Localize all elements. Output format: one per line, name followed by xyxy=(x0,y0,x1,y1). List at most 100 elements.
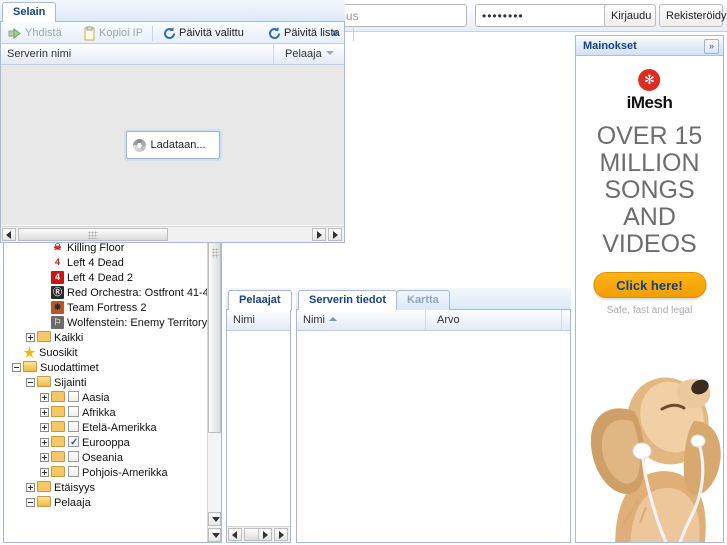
tree-checkbox[interactable] xyxy=(68,391,79,402)
tab-serverin-tiedot[interactable]: Serverin tiedot xyxy=(298,290,398,310)
column-header-detail-name[interactable]: Nimi xyxy=(297,310,343,330)
tree-item-label: Kaikki xyxy=(54,332,84,344)
hscroll-right-arrow-secondary[interactable] xyxy=(328,228,342,241)
tree-checkbox[interactable] xyxy=(68,466,79,477)
players-horizontal-scrollbar[interactable] xyxy=(227,526,290,542)
ad-image xyxy=(576,325,723,542)
game-tf2-icon: ✸ xyxy=(51,301,64,314)
tab-selain[interactable]: Selain xyxy=(2,2,57,22)
hscroll-thumb[interactable] xyxy=(18,228,168,241)
hscroll-right-arrow[interactable] xyxy=(312,228,326,241)
spinner-icon xyxy=(132,139,146,152)
tree-item-label: Team Fortress 2 xyxy=(67,302,147,314)
register-button[interactable]: Rekisteröidy xyxy=(659,4,727,27)
refresh-selected-label: Päivitä valittu xyxy=(179,27,244,39)
tree-checkbox[interactable] xyxy=(68,421,79,432)
players-panel: Pelaajat Nimi xyxy=(226,288,292,543)
imesh-brand: iMesh xyxy=(627,69,673,113)
column-divider[interactable] xyxy=(273,44,274,64)
ad-content[interactable]: iMesh OVER 15MILLIONSONGSANDVIDEOS Click… xyxy=(576,57,723,542)
refresh-selected-button[interactable]: Päivitä valittu xyxy=(161,25,244,42)
tree-item[interactable]: Aasia xyxy=(4,391,207,406)
ad-headline-line: OVER 15 xyxy=(596,122,703,150)
expand-icon[interactable] xyxy=(40,453,49,462)
expand-icon[interactable] xyxy=(40,408,49,417)
tree-item[interactable]: ✸ Team Fortress 2 xyxy=(4,301,207,316)
tree-checkbox[interactable] xyxy=(68,406,79,417)
browser-horizontal-scrollbar[interactable] xyxy=(1,226,344,242)
folder-open-icon xyxy=(23,361,37,372)
tree-item[interactable]: Etäisyys xyxy=(4,481,207,496)
expand-icon[interactable] xyxy=(40,423,49,432)
refresh-list-button[interactable]: Päivitä lista xyxy=(266,25,340,42)
tree-item-label: Pelaaja xyxy=(54,497,91,509)
folder-icon xyxy=(51,406,65,417)
expand-icon[interactable] xyxy=(40,438,49,447)
expand-icon[interactable] xyxy=(26,333,35,342)
expand-icon[interactable] xyxy=(40,468,49,477)
collapse-icon[interactable] xyxy=(26,498,35,507)
tree-item[interactable]: ⚐ Wolfenstein: Enemy Territory xyxy=(4,316,207,331)
tree-item[interactable]: Suodattimet xyxy=(4,361,207,376)
folder-icon xyxy=(51,436,65,447)
column-header-detail-value[interactable]: Arvo xyxy=(431,310,466,330)
players-grid-header: Nimi xyxy=(227,310,290,331)
tab-kartta[interactable]: Kartta xyxy=(396,290,450,310)
advertisement-panel: Mainokset » iMesh OVER 15MILLIONSONGSAND… xyxy=(575,35,724,543)
tree-checkbox[interactable] xyxy=(68,435,79,450)
folder-open-icon xyxy=(37,376,51,387)
details-tabstrip: Serverin tiedot Kartta xyxy=(296,288,571,310)
collapse-right-panel-button[interactable]: » xyxy=(704,39,719,54)
tree-item[interactable]: ★ Suosikit xyxy=(4,346,207,361)
scroll-down-arrow-secondary[interactable] xyxy=(208,528,221,542)
players-hscroll-right-arrow-secondary[interactable] xyxy=(274,528,288,541)
copy-ip-button[interactable]: Kopioi IP xyxy=(81,25,143,42)
tree-item[interactable]: Ⓡ Red Orchestra: Ostfront 41-45 xyxy=(4,286,215,301)
scroll-down-arrow[interactable] xyxy=(208,512,221,526)
tree-item-label: Afrikka xyxy=(82,407,116,419)
tree-item[interactable]: Oseania xyxy=(4,451,207,466)
players-hscroll-left-arrow[interactable] xyxy=(228,528,242,541)
tree-item[interactable]: ☠ Killing Floor xyxy=(4,241,207,256)
tree-item[interactable]: Afrikka xyxy=(4,406,207,421)
scroll-grip-icon xyxy=(212,248,219,258)
ad-cta-button[interactable]: Click here! xyxy=(593,272,706,298)
column-header-player-name[interactable]: Nimi xyxy=(227,310,261,330)
tree-item-label: Oseania xyxy=(82,452,123,464)
expand-icon[interactable] xyxy=(40,393,49,402)
tree-item[interactable]: Etelä-Amerikka xyxy=(4,421,207,436)
players-hscroll-right-arrow[interactable] xyxy=(258,528,272,541)
ad-panel-header: Mainokset » xyxy=(576,36,723,56)
connect-arrow-icon xyxy=(8,28,21,39)
connect-label: Yhdistä xyxy=(25,27,62,39)
browser-tabstrip: Selain xyxy=(0,0,345,22)
collapse-icon[interactable] xyxy=(26,378,35,387)
tree-item[interactable]: Eurooppa xyxy=(4,435,207,451)
tree-item[interactable]: 4 Left 4 Dead 2 xyxy=(4,271,207,286)
tree-checkbox[interactable] xyxy=(68,451,79,462)
refresh-icon xyxy=(164,27,176,40)
copy-ip-label: Kopioi IP xyxy=(99,27,144,39)
login-button[interactable]: Kirjaudu xyxy=(604,4,656,27)
folder-icon xyxy=(51,421,65,432)
star-icon: ★ xyxy=(23,346,36,359)
ad-tagline: Safe, fast and legal xyxy=(606,305,693,316)
server-grid-body[interactable]: Ladataan... xyxy=(1,65,344,225)
toolbar-overflow-button[interactable]: » xyxy=(332,27,338,39)
column-header-server-name[interactable]: Serverin nimi xyxy=(1,44,77,64)
tree-item[interactable]: 4 Left 4 Dead xyxy=(4,256,207,271)
hscroll-left-arrow[interactable] xyxy=(2,228,16,241)
details-column-divider[interactable] xyxy=(425,310,426,330)
tree-item[interactable]: Pelaaja xyxy=(4,496,207,511)
tree-item[interactable]: Kaikki xyxy=(4,331,207,346)
collapse-icon[interactable] xyxy=(12,363,21,372)
details-column-divider-2[interactable] xyxy=(561,310,562,330)
connect-button[interactable]: Yhdistä xyxy=(7,25,62,42)
browser-toolbar: Yhdistä Kopioi IP Päivitä valittu Päivit… xyxy=(1,22,354,44)
tree-item[interactable]: Sijainti xyxy=(4,376,207,391)
tree-item[interactable]: Pohjois-Amerikka xyxy=(4,466,207,481)
application-window: Peliserverit.net Kirjaudu Rekisteröidy V… xyxy=(0,0,727,545)
tab-pelaajat[interactable]: Pelaajat xyxy=(228,290,292,310)
expand-icon[interactable] xyxy=(26,483,35,492)
column-header-players[interactable]: Pelaaja xyxy=(279,44,340,64)
